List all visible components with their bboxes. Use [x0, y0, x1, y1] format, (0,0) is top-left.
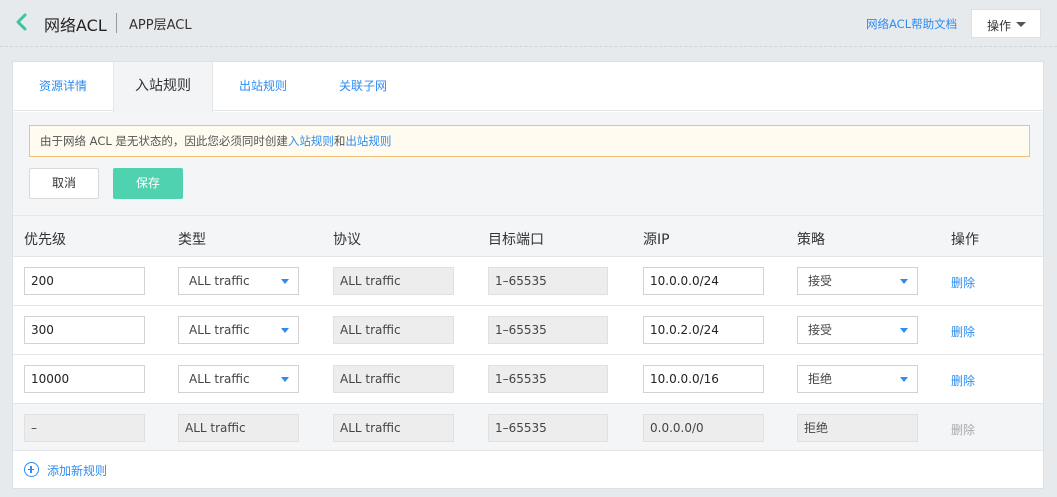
help-doc-link[interactable]: 网络ACL帮助文档 — [866, 16, 957, 32]
tab-associated-subnets[interactable]: 关联子网 — [313, 62, 413, 111]
policy-select[interactable]: 接受 — [797, 316, 918, 344]
back-arrow-icon[interactable] — [14, 12, 30, 32]
tab-bar: 资源详情 入站规则 出站规则 关联子网 — [13, 62, 1043, 112]
table-row: 300 ALL traffic ALL traffic 1–65535 10.0… — [13, 305, 1043, 354]
col-action: 操作 — [951, 232, 979, 248]
type-value: ALL traffic — [189, 323, 250, 337]
rules-card: 资源详情 入站规则 出站规则 关联子网 由于网络 ACL 是无状态的，因此您必须… — [12, 61, 1044, 489]
col-policy: 策略 — [797, 232, 825, 248]
add-circle-icon[interactable] — [24, 462, 39, 477]
port-field: 1–65535 — [488, 316, 608, 344]
chevron-down-icon — [900, 328, 908, 333]
priority-input[interactable]: 10000 — [24, 365, 145, 393]
delete-link[interactable]: 删除 — [951, 372, 975, 389]
type-select[interactable]: ALL traffic — [178, 365, 299, 393]
tab-outbound-rules[interactable]: 出站规则 — [213, 62, 313, 111]
port-field: 1–65535 — [488, 414, 608, 442]
table-header: 优先级 类型 协议 目标端口 源IP 策略 操作 — [13, 215, 1043, 256]
caret-down-icon — [1016, 22, 1026, 27]
port-field: 1–65535 — [488, 365, 608, 393]
col-protocol: 协议 — [333, 232, 361, 248]
page-title: 网络ACL — [44, 16, 107, 35]
col-dest-port: 目标端口 — [488, 232, 544, 248]
chevron-down-icon — [281, 328, 289, 333]
port-field: 1–65535 — [488, 267, 608, 295]
table-row: 10000 ALL traffic ALL traffic 1–65535 10… — [13, 354, 1043, 403]
cancel-button[interactable]: 取消 — [29, 168, 99, 199]
type-value: ALL traffic — [189, 274, 250, 288]
notice-and: 和 — [333, 134, 346, 148]
add-rule-link[interactable]: 添加新规则 — [47, 462, 107, 479]
protocol-field: ALL traffic — [333, 267, 454, 295]
policy-value: 接受 — [808, 323, 833, 337]
policy-value: 接受 — [808, 274, 833, 288]
tab-inbound-rules[interactable]: 入站规则 — [113, 62, 213, 112]
tab-resource-details[interactable]: 资源详情 — [13, 62, 113, 111]
notice-text: 由于网络 ACL 是无状态的，因此您必须同时创建 — [40, 134, 288, 148]
col-type: 类型 — [178, 232, 206, 248]
source-ip-input[interactable]: 10.0.2.0/24 — [643, 316, 764, 344]
chevron-down-icon — [900, 377, 908, 382]
page-subtitle: APP层ACL — [129, 18, 192, 33]
policy-field: 拒绝 — [797, 414, 918, 442]
header-divider — [0, 46, 1057, 47]
priority-field: – — [24, 414, 145, 442]
title-divider — [116, 13, 117, 33]
save-button[interactable]: 保存 — [113, 168, 183, 199]
protocol-field: ALL traffic — [333, 316, 454, 344]
table-row-default: – ALL traffic ALL traffic 1–65535 0.0.0.… — [13, 403, 1043, 452]
type-field: ALL traffic — [178, 414, 299, 442]
col-source-ip: 源IP — [643, 232, 670, 248]
operations-label: 操作 — [987, 19, 1012, 33]
notice-outbound-link[interactable]: 出站规则 — [345, 134, 391, 148]
source-ip-input[interactable]: 10.0.0.0/16 — [643, 365, 764, 393]
add-rule-row: 添加新规则 — [13, 450, 1043, 488]
type-value: ALL traffic — [189, 372, 250, 386]
protocol-field: ALL traffic — [333, 365, 454, 393]
type-select[interactable]: ALL traffic — [178, 267, 299, 295]
delete-link-disabled: 删除 — [951, 423, 976, 437]
policy-select[interactable]: 接受 — [797, 267, 918, 295]
top-bar: 网络ACL APP层ACL 网络ACL帮助文档 操作 — [0, 0, 1057, 47]
priority-input[interactable]: 300 — [24, 316, 145, 344]
operations-dropdown[interactable]: 操作 — [971, 9, 1041, 38]
type-select[interactable]: ALL traffic — [178, 316, 299, 344]
source-ip-input[interactable]: 10.0.0.0/24 — [643, 267, 764, 295]
table-row: 200 ALL traffic ALL traffic 1–65535 10.0… — [13, 256, 1043, 305]
delete-link[interactable]: 删除 — [951, 323, 975, 340]
col-priority: 优先级 — [24, 232, 66, 248]
policy-value: 拒绝 — [808, 372, 833, 386]
chevron-down-icon — [281, 279, 289, 284]
priority-input[interactable]: 200 — [24, 267, 145, 295]
source-ip-field: 0.0.0.0/0 — [643, 414, 764, 442]
chevron-down-icon — [900, 279, 908, 284]
stateless-notice: 由于网络 ACL 是无状态的，因此您必须同时创建入站规则和出站规则 — [29, 125, 1030, 157]
delete-link[interactable]: 删除 — [951, 274, 975, 291]
chevron-down-icon — [281, 377, 289, 382]
protocol-field: ALL traffic — [333, 414, 454, 442]
notice-inbound-link[interactable]: 入站规则 — [288, 134, 334, 148]
policy-select[interactable]: 拒绝 — [797, 365, 918, 393]
inbound-rules-panel: 由于网络 ACL 是无状态的，因此您必须同时创建入站规则和出站规则 取消 保存 … — [13, 112, 1043, 488]
